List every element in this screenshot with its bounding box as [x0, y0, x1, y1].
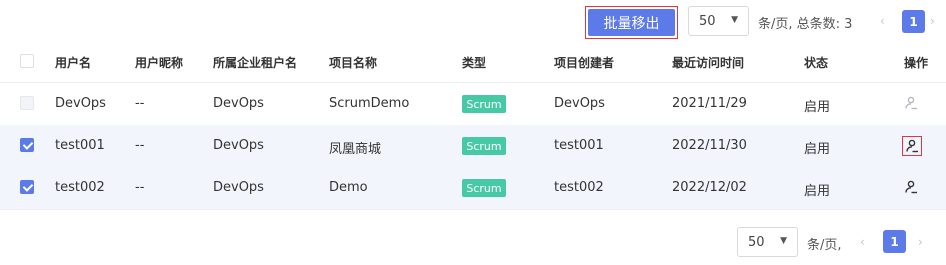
column-header-username: 用户名: [55, 56, 92, 70]
remove-user-icon[interactable]: [902, 178, 922, 198]
type-tag: Scrum: [462, 95, 506, 113]
table-row: DevOps -- DevOps ScrumDemo Scrum DevOps …: [0, 83, 946, 126]
cell-last-visit: 2022/12/02: [672, 180, 747, 195]
cell-last-visit: 2022/11/30: [672, 138, 747, 153]
cell-status: 启用: [804, 184, 831, 199]
pagination-summary: 条/页, 总条数: 3: [758, 17, 853, 32]
page-size-select[interactable]: 50 ▼: [688, 6, 749, 36]
cell-project: 凤凰商城: [329, 142, 382, 157]
column-header-type: 类型: [462, 56, 487, 70]
page-size-value: 50: [748, 234, 765, 250]
type-tag: Scrum: [462, 179, 506, 197]
type-tag: Scrum: [462, 137, 506, 155]
batch-remove-button-label: 批量移出: [588, 9, 675, 36]
cell-nickname: --: [135, 180, 145, 195]
cell-tenant: DevOps: [213, 96, 264, 111]
table-row: test002 -- DevOps Demo Scrum test002 202…: [0, 167, 946, 210]
cell-creator: test002: [554, 180, 604, 195]
toolbar: 批量移出 50 ▼ 条/页, 总条数: 3 ‹ 1 ›: [0, 0, 946, 44]
row-checkbox[interactable]: [20, 180, 34, 194]
remove-user-icon[interactable]: [902, 136, 922, 156]
cell-project: Demo: [329, 180, 368, 195]
cell-project: ScrumDemo: [329, 96, 410, 111]
column-header-nickname: 用户昵称: [135, 56, 184, 70]
cell-creator: DevOps: [554, 96, 605, 111]
select-all-checkbox[interactable]: [20, 54, 34, 68]
table-row: test001 -- DevOps 凤凰商城 Scrum test001 202…: [0, 125, 946, 168]
chevron-left-icon[interactable]: ‹: [860, 235, 865, 249]
cell-nickname: --: [135, 138, 145, 153]
batch-remove-button[interactable]: 批量移出: [585, 6, 678, 39]
remove-user-icon[interactable]: [902, 94, 922, 114]
column-header-last-visit: 最近访问时间: [672, 56, 745, 70]
row-checkbox[interactable]: [20, 138, 34, 152]
cell-status: 启用: [804, 142, 831, 157]
column-header-project: 项目名称: [329, 56, 378, 70]
chevron-right-icon[interactable]: ›: [930, 14, 935, 28]
cell-creator: test001: [554, 138, 604, 153]
cell-username: test002: [55, 180, 105, 195]
caret-down-icon: ▼: [731, 15, 738, 25]
cell-nickname: --: [135, 96, 145, 111]
cell-tenant: DevOps: [213, 138, 264, 153]
column-header-status: 状态: [804, 56, 829, 70]
page-size-select[interactable]: 50 ▼: [737, 227, 798, 257]
cell-username: DevOps: [55, 96, 106, 111]
current-page-button[interactable]: 1: [902, 10, 925, 33]
column-header-creator: 项目创建者: [554, 56, 615, 70]
cell-status: 启用: [804, 100, 831, 115]
column-header-operation: 操作: [904, 56, 929, 70]
chevron-left-icon[interactable]: ‹: [880, 14, 885, 28]
chevron-right-icon[interactable]: ›: [918, 235, 923, 249]
row-checkbox[interactable]: [20, 96, 34, 110]
cell-username: test001: [55, 138, 105, 153]
pagination-summary: 条/页,: [807, 238, 842, 253]
table-header: 用户名 用户昵称 所属企业租户名 项目名称 类型 项目创建者 最近访问时间 状态…: [0, 40, 946, 83]
caret-down-icon: ▼: [780, 236, 787, 246]
page-size-value: 50: [699, 13, 716, 29]
current-page-button[interactable]: 1: [883, 230, 906, 253]
column-header-tenant: 所属企业租户名: [213, 56, 298, 70]
cell-last-visit: 2021/11/29: [672, 96, 747, 111]
cell-tenant: DevOps: [213, 180, 264, 195]
